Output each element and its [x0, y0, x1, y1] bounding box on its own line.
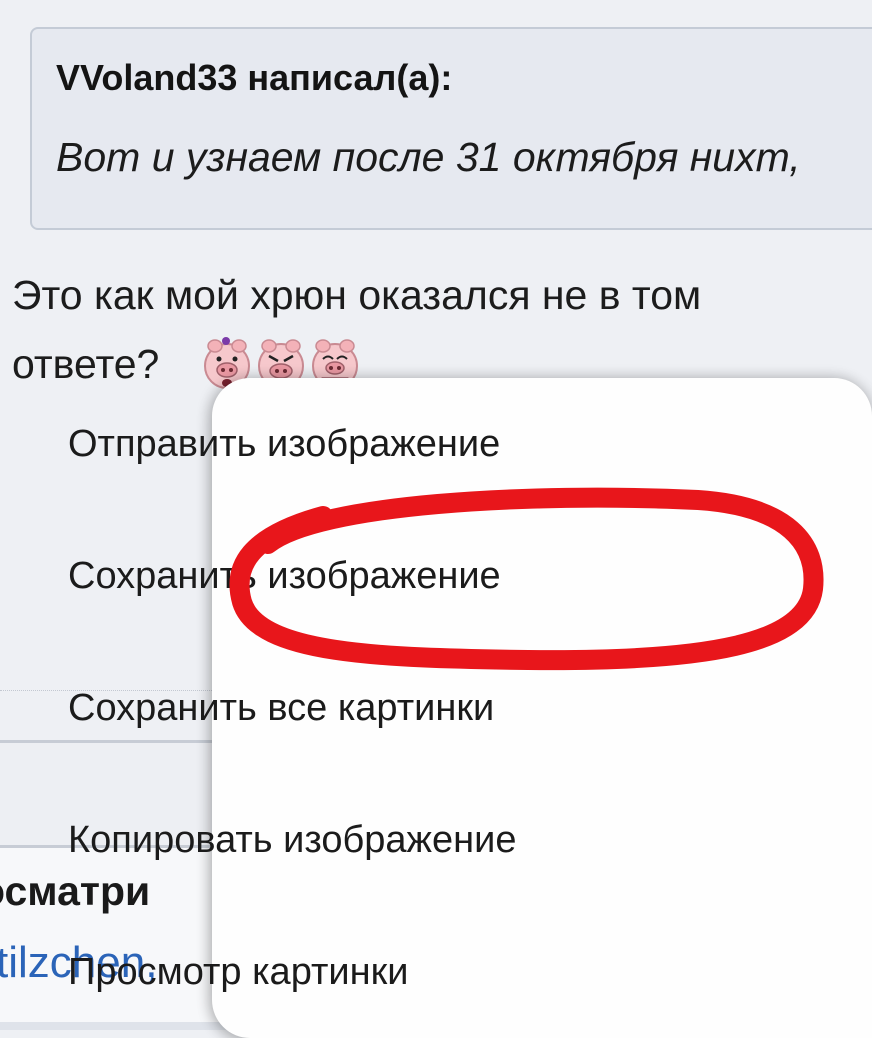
quote-author[interactable]: VVoland33 написал(а):	[56, 57, 452, 99]
menu-item-save-all-images[interactable]: Сохранить все картинки	[68, 687, 494, 730]
post-text-line: ответе?	[12, 341, 160, 387]
page-bottom-edge	[0, 1022, 240, 1030]
menu-item-copy-image[interactable]: Копировать изображение	[68, 819, 516, 862]
menu-item-send-image[interactable]: Отправить изображение	[68, 423, 500, 466]
quote-block: VVoland33 написал(а): Вот и узнаем после…	[30, 27, 872, 230]
quote-text: Вот и узнаем после 31 октября нихт,	[56, 134, 801, 180]
menu-item-view-image[interactable]: Просмотр картинки	[68, 951, 408, 994]
menu-item-save-image[interactable]: Сохранить изображение	[68, 555, 501, 598]
viewers-title: осматри	[0, 868, 151, 914]
post-text-line: Это как мой хрюн оказался не в том	[12, 272, 702, 318]
